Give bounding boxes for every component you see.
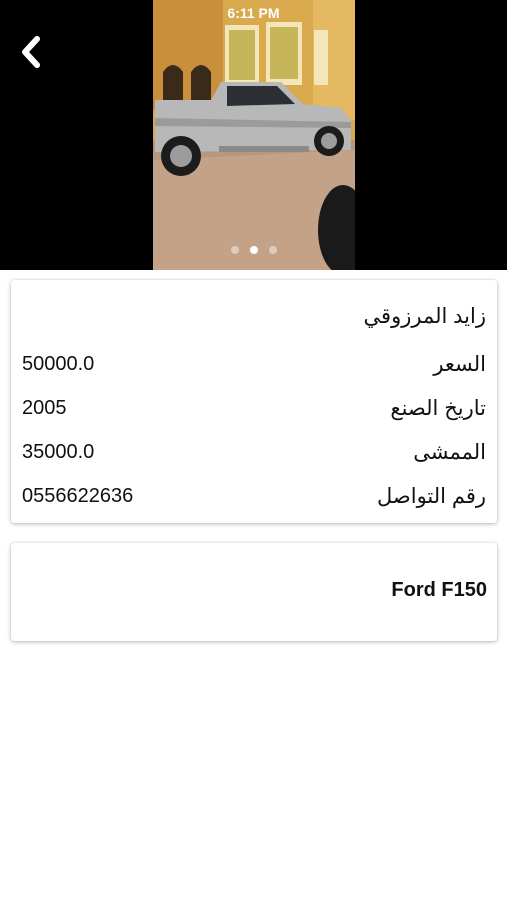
mileage-label: الممشى <box>413 440 486 464</box>
price-value: 50000.0 <box>22 352 95 375</box>
contact-number-label: رقم التواصل <box>377 484 486 508</box>
manufacture-year-value: 2005 <box>22 396 67 419</box>
mileage-value: 35000.0 <box>22 440 95 463</box>
price-row: 50000.0 السعر <box>22 349 486 379</box>
page-dot[interactable] <box>268 246 277 254</box>
price-label: السعر <box>433 352 486 376</box>
car-photo <box>153 0 355 270</box>
model-card: Ford F150 <box>11 543 497 641</box>
back-button[interactable] <box>12 32 48 72</box>
manufacture-year-label: تاريخ الصنع <box>390 396 486 420</box>
owner-name: زايد المرزوقي <box>363 305 486 328</box>
page-dot-active[interactable] <box>249 246 258 254</box>
car-model-name: Ford F150 <box>391 579 487 601</box>
page-dot[interactable] <box>230 246 239 254</box>
manufacture-year-row: 2005 تاريخ الصنع <box>22 393 486 423</box>
mileage-row: 35000.0 الممشى <box>22 437 486 467</box>
chevron-left-icon <box>22 36 40 68</box>
screen: 6:11 PM زايد المرزوقي 50000.0 السعر 2005… <box>0 0 507 900</box>
details-card: زايد المرزوقي 50000.0 السعر 2005 تاريخ ا… <box>11 280 497 523</box>
contact-row: 0556622636 رقم التواصل <box>22 481 486 511</box>
photo-gallery[interactable]: 6:11 PM <box>0 0 507 270</box>
car-photo-image <box>153 0 355 270</box>
contact-number-value[interactable]: 0556622636 <box>22 485 133 508</box>
gallery-page-indicator <box>0 246 507 254</box>
status-bar-time: 6:11 PM <box>227 5 280 21</box>
